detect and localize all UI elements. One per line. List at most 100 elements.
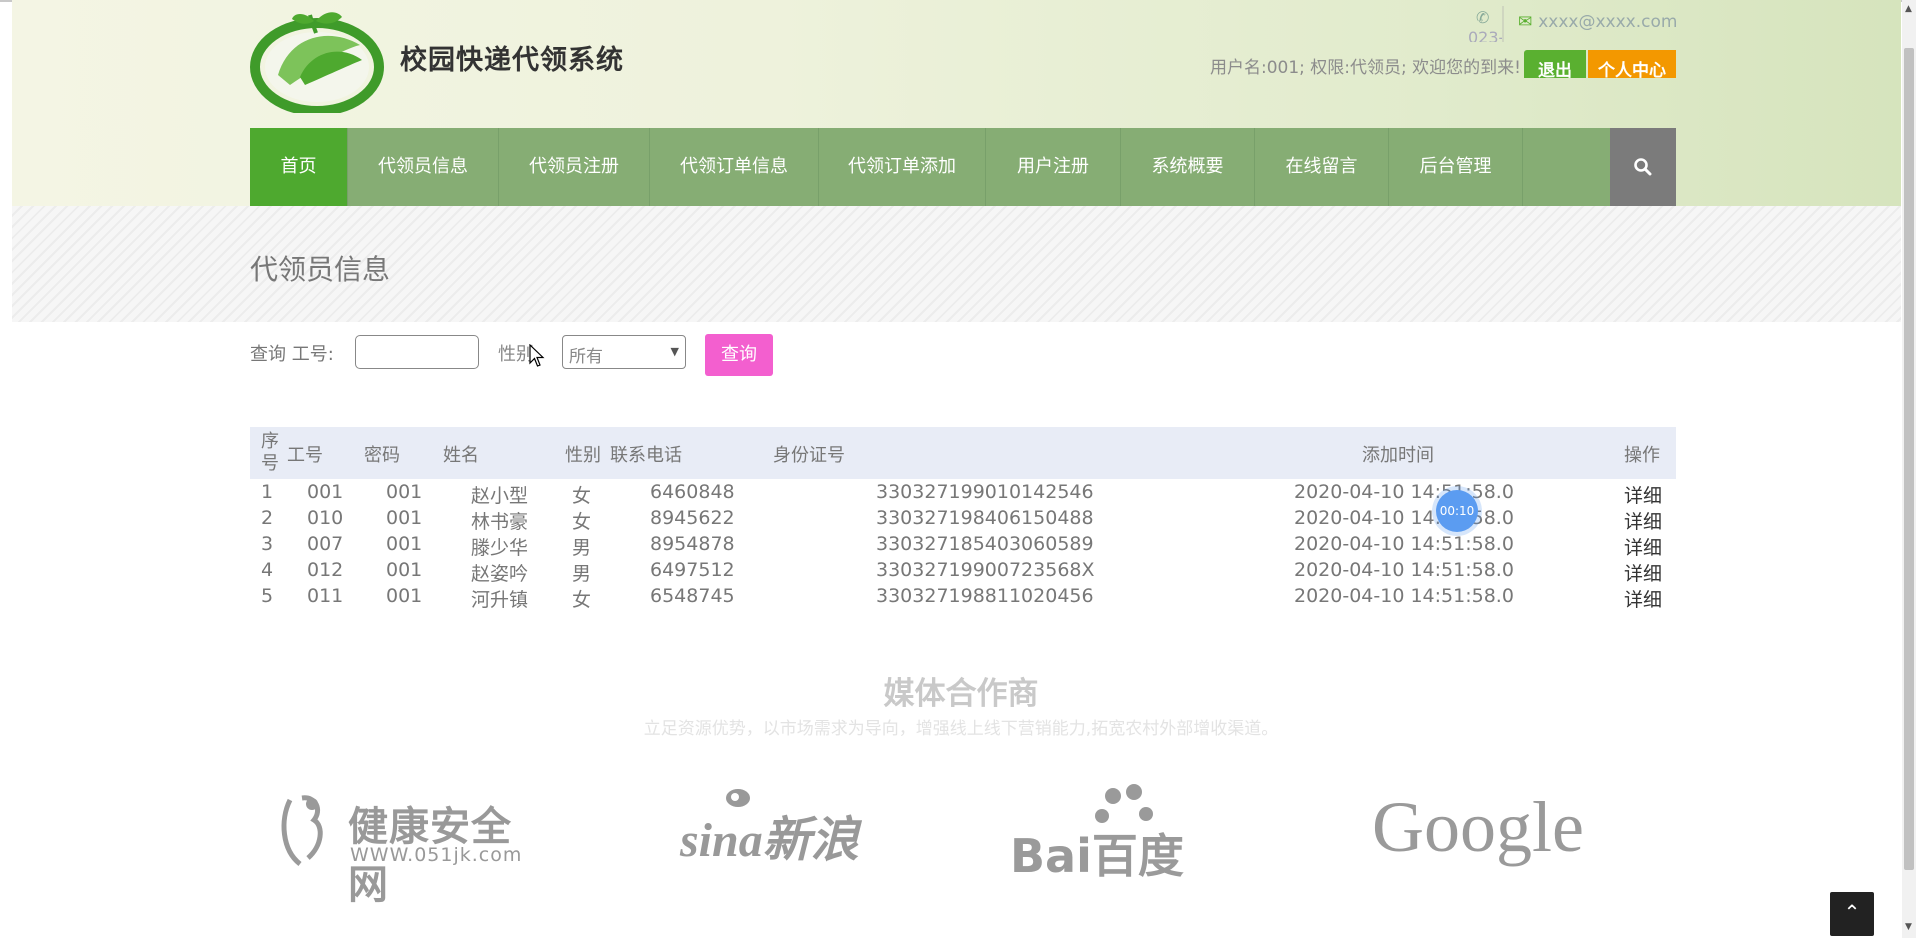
sex-select[interactable]: 所有 ▼ (562, 335, 686, 369)
cell-password: 001 (386, 533, 423, 555)
envelope-icon: ✉ (1518, 12, 1533, 32)
cell-idcard: 330327185403060589 (876, 533, 1094, 555)
nav-item-home[interactable]: 首页 (250, 128, 348, 206)
logout-button[interactable]: 退出 (1524, 50, 1586, 78)
detail-link[interactable]: 详细 (1624, 481, 1662, 508)
chevron-up-icon: ⌃ (1843, 900, 1861, 924)
partner-logo-google[interactable]: Google (1372, 780, 1592, 880)
nav-item-user-register[interactable]: 用户注册 (986, 128, 1121, 206)
cell-password: 001 (386, 559, 423, 581)
header-sex: 性别 (565, 445, 601, 466)
cell-idcard: 33032719900723568X (876, 559, 1095, 581)
nav-item-order-add[interactable]: 代领订单添加 (819, 128, 986, 206)
query-button[interactable]: 查询 (705, 334, 773, 376)
cell-name: 赵姿吟 (471, 563, 529, 585)
cell-sex: 男 (572, 537, 592, 559)
cell-phone: 6460848 (650, 481, 735, 503)
detail-link[interactable]: 详细 (1624, 559, 1662, 586)
nav-item-courier-register[interactable]: 代领员注册 (499, 128, 650, 206)
cell-seq: 1 (261, 481, 274, 503)
cell-sex: 女 (572, 485, 592, 507)
cell-sex: 女 (572, 511, 592, 533)
detail-link[interactable]: 详细 (1624, 533, 1662, 560)
cell-time: 2020-04-10 14:51:58.0 (1294, 533, 1514, 555)
table-row: 5 011 001 河升镇 女 6548745 3303271988110204… (250, 585, 1676, 611)
partner-name: Bai百度 (1010, 829, 1184, 883)
cell-phone: 6497512 (650, 559, 735, 581)
partner-logo-sina[interactable]: sina新浪 (680, 780, 860, 880)
cell-time: 2020-04-10 14:51:58.0 (1294, 481, 1514, 503)
cell-password: 001 (386, 481, 423, 503)
dropdown-arrow-icon: ▼ (670, 345, 679, 358)
cell-id: 001 (307, 481, 344, 503)
nav-item-messages[interactable]: 在线留言 (1255, 128, 1389, 206)
media-partners-subtitle: 立足资源优势，以市场需求为导向，增强线上线下营销能力,拓宽农村外部增收渠道。 (643, 719, 1279, 739)
header-password: 密码 (364, 445, 400, 466)
media-partners-title: 媒体合作商 (883, 676, 1039, 712)
email-text: xxxx@xxxx.com (1538, 12, 1678, 32)
partner-logo-jiankang[interactable]: 健康安全网 WWW.051jk.com (272, 780, 552, 908)
nav-item-order-info[interactable]: 代领订单信息 (650, 128, 819, 206)
cell-seq: 3 (261, 533, 274, 555)
table-header: 序号 工号 密码 姓名 性别 联系电话 身份证号 添加时间 操作 (250, 427, 1676, 479)
back-to-top-button[interactable]: ⌃ (1830, 892, 1874, 936)
cell-idcard: 330327198811020456 (876, 585, 1094, 607)
phone-contact: ✆ 023- (1468, 6, 1504, 42)
nav-item-courier-info[interactable]: 代领员信息 (348, 128, 499, 206)
cell-password: 001 (386, 585, 423, 607)
cell-id: 010 (307, 507, 344, 529)
query-id-label: 查询 工号: (250, 344, 334, 365)
header-idcard: 身份证号 (773, 445, 845, 466)
table-row: 3 007 001 滕少华 男 8954878 3303271854030605… (250, 533, 1676, 559)
header-name: 姓名 (443, 445, 479, 466)
cell-name: 赵小型 (471, 485, 529, 507)
employee-id-input[interactable] (355, 335, 479, 369)
search-icon (1634, 158, 1652, 176)
detail-link[interactable]: 详细 (1624, 585, 1662, 612)
cell-id: 011 (307, 585, 344, 607)
nav-item-admin[interactable]: 后台管理 (1389, 128, 1523, 206)
partner-name: sina新浪 (680, 814, 859, 867)
cell-seq: 4 (261, 559, 274, 581)
cell-phone: 8945622 (650, 507, 735, 529)
nav-item-system-overview[interactable]: 系统概要 (1121, 128, 1255, 206)
cell-idcard: 330327198406150488 (876, 507, 1094, 529)
user-info: 用户名:001; 权限:代领员; 欢迎您的到来! (1210, 58, 1521, 78)
header-op: 操作 (1624, 445, 1660, 466)
cell-time: 2020-04-10 14:51:58.0 (1294, 507, 1514, 529)
header-time: 添加时间 (1362, 445, 1434, 466)
page-title: 代领员信息 (250, 253, 391, 286)
scroll-up-arrow-icon[interactable]: ▲ (1905, 4, 1912, 14)
logo-icon (250, 12, 384, 113)
cell-phone: 8954878 (650, 533, 735, 555)
main-nav: 首页 代领员信息 代领员注册 代领订单信息 代领订单添加 用户注册 系统概要 在… (250, 128, 1676, 206)
cell-idcard: 330327199010142546 (876, 481, 1094, 503)
phone-number: 023- (1468, 28, 1504, 42)
cell-name: 河升镇 (471, 589, 529, 611)
nav-search-button[interactable] (1610, 128, 1676, 206)
detail-link[interactable]: 详细 (1624, 507, 1662, 534)
mouse-cursor-icon (529, 344, 545, 367)
page: 校园快递代领系统 ✆ 023- ✉ xxxx@xxxx.com 用户名:001; … (0, 0, 1916, 938)
table-row: 4 012 001 赵姿吟 男 6497512 3303271990072356… (250, 559, 1676, 585)
cell-sex: 女 (572, 589, 592, 611)
header-phone: 联系电话 (610, 445, 682, 466)
partner-url: WWW.051jk.com (350, 844, 523, 866)
user-center-button[interactable]: 个人中心 (1588, 50, 1676, 78)
cell-seq: 2 (261, 507, 274, 529)
recording-timer-badge: 00:10 (1436, 490, 1478, 532)
partner-logo-baidu[interactable]: Bai百度 (1010, 780, 1250, 883)
partner-name: Google (1372, 787, 1584, 867)
sex-select-value: 所有 (569, 347, 603, 367)
cell-name: 滕少华 (471, 537, 529, 559)
cell-time: 2020-04-10 14:51:58.0 (1294, 585, 1514, 607)
phone-icon: ✆ (1476, 8, 1490, 27)
cell-sex: 男 (572, 563, 592, 585)
cell-id: 012 (307, 559, 344, 581)
cell-phone: 6548745 (650, 585, 735, 607)
cell-seq: 5 (261, 585, 274, 607)
email-contact: ✉ xxxx@xxxx.com (1518, 12, 1677, 32)
scrollbar-thumb[interactable] (1904, 48, 1914, 870)
scroll-down-arrow-icon[interactable]: ▼ (1905, 922, 1912, 932)
cell-time: 2020-04-10 14:51:58.0 (1294, 559, 1514, 581)
